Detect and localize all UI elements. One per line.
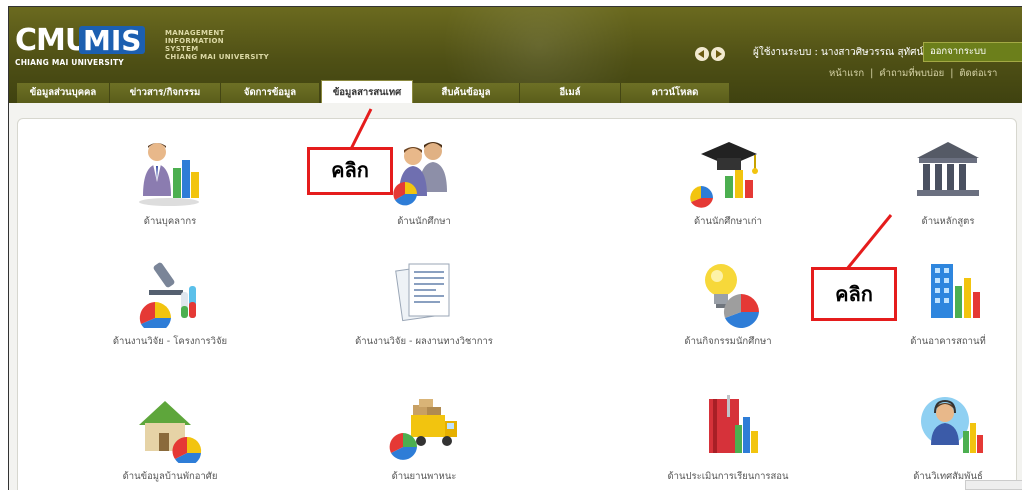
click-callout-curriculum: คลิก bbox=[811, 267, 897, 321]
callout-pointer-lines bbox=[347, 108, 893, 270]
app-window: CMU MIS CHIANG MAI UNIVERSITY MANAGEMENT… bbox=[8, 6, 1022, 490]
callout-line-curriculum bbox=[845, 214, 893, 270]
click-callout-tab: คลิก bbox=[307, 147, 393, 195]
